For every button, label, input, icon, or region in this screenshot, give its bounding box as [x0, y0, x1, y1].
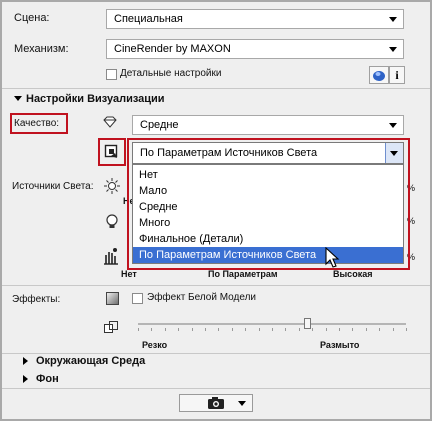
slider-tick: [245, 328, 247, 331]
slider-tick: [272, 328, 273, 331]
slider-tick: [298, 328, 300, 331]
hand-light-icon: [104, 248, 118, 265]
separator: [2, 88, 430, 89]
slider-tick: [365, 328, 367, 331]
chevron-down-icon: [389, 47, 397, 52]
mouse-cursor-icon: [325, 247, 340, 268]
slider-tick: [339, 328, 340, 331]
scene-dropdown[interactable]: Специальная: [106, 9, 404, 29]
background-section-title[interactable]: Фон: [36, 373, 59, 385]
info-button[interactable]: i: [389, 66, 405, 84]
slider-tick: [312, 328, 314, 331]
engine-dropdown[interactable]: CineRender by MAXON: [106, 39, 404, 59]
render-settings-button[interactable]: [369, 66, 389, 84]
collapse-arrow-icon[interactable]: [23, 375, 28, 383]
engine-label: Механизм:: [14, 43, 69, 55]
slider-tick: [352, 328, 354, 331]
sun-icon: [104, 178, 120, 194]
info-icon: i: [395, 68, 399, 82]
slider-tick: [178, 328, 180, 331]
detail-settings-label: Детальные настройки: [120, 68, 222, 79]
dropdown-button[interactable]: [385, 143, 403, 163]
blur-slider-track[interactable]: [138, 323, 406, 325]
scene-value: Специальная: [114, 13, 183, 25]
slider-left-label: Резко: [142, 340, 168, 350]
quality-value: Средне: [140, 119, 179, 131]
white-model-label: Эффект Белой Модели: [147, 292, 256, 303]
engine-value: CineRender by MAXON: [114, 43, 231, 55]
slider-tick: [231, 328, 233, 331]
bulb-icon: [106, 214, 118, 228]
render-button[interactable]: [179, 394, 253, 412]
slider-tick: [379, 328, 381, 331]
chevron-down-icon: [238, 401, 246, 406]
light-quality-option[interactable]: Нет: [133, 167, 403, 183]
scale-label-none: Нет: [121, 269, 137, 279]
light-quality-option[interactable]: Много: [133, 215, 403, 231]
expand-arrow-icon[interactable]: [14, 96, 22, 101]
slider-tick: [205, 328, 206, 331]
white-model-checkbox[interactable]: [132, 293, 143, 304]
slider-tick: [325, 328, 327, 331]
chevron-down-icon: [389, 123, 397, 128]
slider-tick: [392, 328, 394, 331]
slider-tick: [191, 328, 193, 331]
light-quality-dropdown[interactable]: По Параметрам Источников Света: [132, 142, 404, 164]
light-quality-options-list[interactable]: Нет Мало Средне Много Финальное (Детали) По П…: [132, 164, 404, 264]
quality-label: Качество:: [14, 118, 60, 129]
slider-tick: [218, 328, 220, 331]
slider-tick: [406, 328, 407, 331]
slider-tick: [285, 328, 287, 331]
separator: [2, 388, 430, 389]
blur-slider-ticks: [138, 328, 407, 332]
light-quality-value: По Параметрам Источников Света: [140, 147, 318, 159]
quality-dropdown[interactable]: Средне: [132, 115, 404, 135]
light-sources-label: Источники Света:: [12, 181, 94, 192]
light-quality-option[interactable]: Средне: [133, 199, 403, 215]
transform-icon: [104, 321, 118, 333]
collapse-arrow-icon[interactable]: [23, 357, 28, 365]
light-quality-option[interactable]: Финальное (Детали): [133, 231, 403, 247]
scale-label-high: Высокая: [333, 269, 373, 279]
light-quality-option[interactable]: Мало: [133, 183, 403, 199]
gradient-square-icon: [106, 292, 119, 305]
detail-settings-checkbox[interactable]: [106, 69, 117, 80]
separator: [2, 285, 430, 286]
effects-label: Эффекты:: [12, 294, 61, 305]
slider-tick: [164, 328, 166, 331]
blur-slider-thumb[interactable]: [303, 318, 311, 329]
environment-section-title[interactable]: Окружающая Среда: [36, 355, 145, 367]
slider-tick: [138, 328, 139, 331]
scene-label: Сцена:: [14, 12, 50, 24]
chevron-down-icon: [389, 17, 397, 22]
visualization-settings-panel: Сцена: Специальная Механизм: CineRender …: [0, 0, 432, 421]
chevron-down-icon: [390, 151, 398, 156]
quality-mode-icon[interactable]: [104, 144, 120, 160]
light-quality-option[interactable]: По Параметрам Источников Света: [133, 247, 403, 263]
separator: [2, 353, 430, 354]
slider-tick: [258, 328, 260, 331]
render-settings-icon: [373, 71, 385, 81]
diamond-icon: [103, 116, 117, 128]
scale-label-params: По Параметрам: [208, 269, 278, 279]
slider-right-label: Размыто: [320, 340, 360, 350]
visualization-section-title: Настройки Визуализации: [26, 93, 165, 105]
slider-tick: [151, 328, 153, 331]
